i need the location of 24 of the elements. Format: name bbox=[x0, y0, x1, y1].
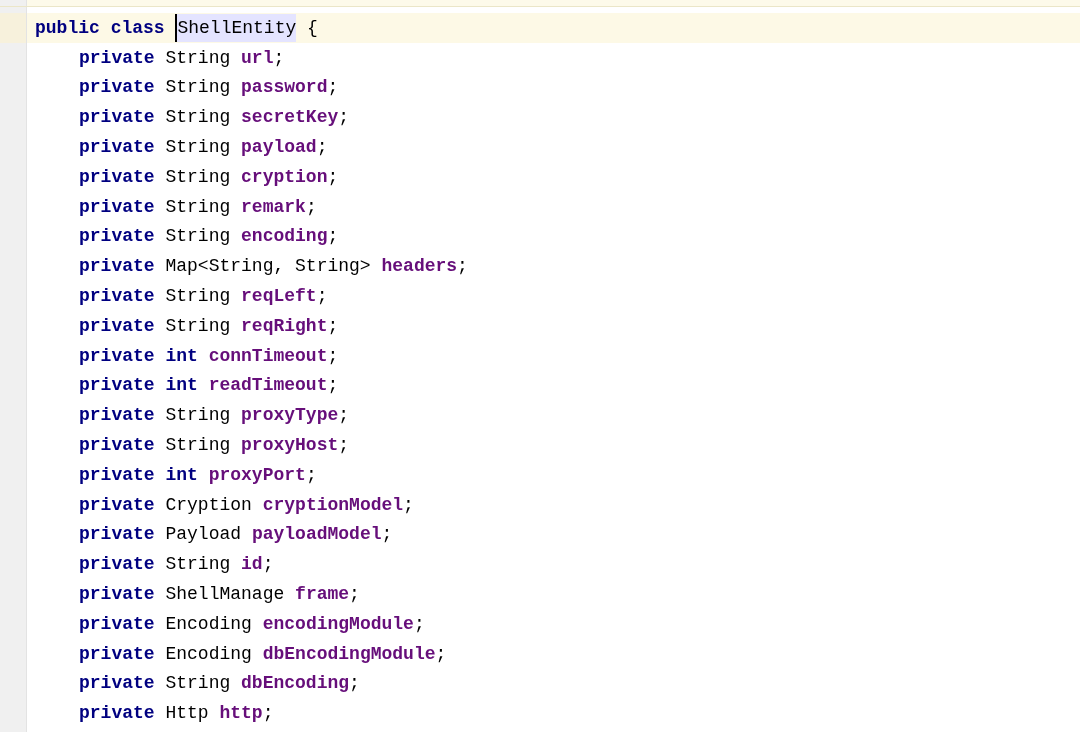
code-line: private String proxyType; bbox=[79, 404, 350, 427]
code-line: private String reqRight; bbox=[79, 314, 339, 337]
code-line: private Encoding encodingModule; bbox=[79, 612, 425, 635]
code-line: private String encoding; bbox=[79, 225, 339, 248]
code-line: private String reqLeft; bbox=[79, 285, 328, 308]
code-line: private String dbEncoding; bbox=[79, 672, 360, 695]
code-line: private String cryption; bbox=[79, 165, 339, 188]
code-line: private String url; bbox=[79, 46, 285, 69]
code-line: private String remark; bbox=[79, 195, 317, 218]
code-line: private Http http; bbox=[79, 702, 274, 725]
code-line: private String id; bbox=[79, 553, 274, 576]
code-line: private int readTimeout; bbox=[79, 374, 339, 397]
code-line: private int proxyPort; bbox=[79, 463, 317, 486]
code-line: private Encoding dbEncodingModule; bbox=[79, 642, 447, 665]
code-line: private Payload payloadModel; bbox=[79, 523, 393, 546]
code-line: private Cryption cryptionModel; bbox=[79, 493, 414, 516]
code-line: public class ShellEntity { bbox=[35, 16, 318, 39]
code-line: private String password; bbox=[79, 76, 339, 99]
code-line: private ShellManage frame; bbox=[79, 583, 360, 606]
code-line: private String payload; bbox=[79, 136, 328, 159]
code-line: private int connTimeout; bbox=[79, 344, 339, 367]
code-line: private String proxyHost; bbox=[79, 434, 350, 457]
code-line: private Map<String, String> headers; bbox=[79, 255, 468, 278]
code-line: private String secretKey; bbox=[79, 106, 350, 129]
